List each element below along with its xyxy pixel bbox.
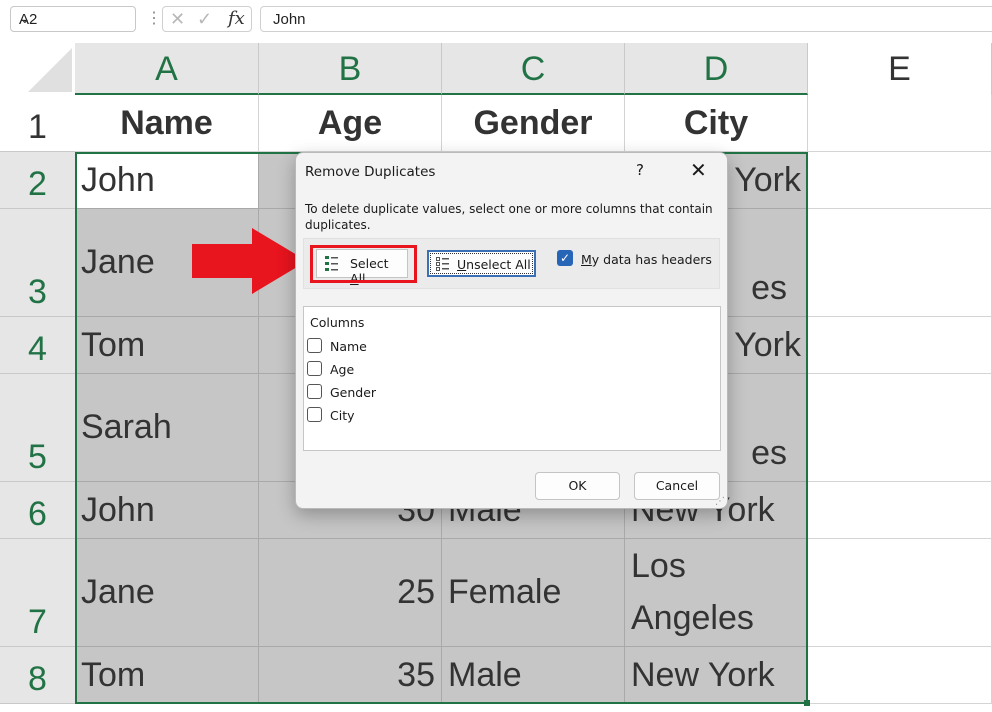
ok-button[interactable]: OK <box>535 472 620 500</box>
formula-bar: A2 ⌄ ⋮ ✕ ✓ fx John <box>0 0 992 40</box>
remove-duplicates-dialog: Remove Duplicates ? ✕ To delete duplicat… <box>295 152 728 509</box>
dialog-description: To delete duplicate values, select one o… <box>305 202 713 232</box>
row-header-3[interactable]: 3 <box>0 209 75 317</box>
row-header-4[interactable]: 4 <box>0 317 75 374</box>
checkbox[interactable] <box>307 384 322 399</box>
checkbox[interactable] <box>307 361 322 376</box>
chevron-down-icon[interactable]: ⌄ <box>19 10 129 27</box>
check-icon[interactable]: ✓ <box>197 9 212 30</box>
row-header-2[interactable]: 2 <box>0 152 75 209</box>
cell-e8[interactable] <box>808 647 992 704</box>
cell-c8[interactable]: Male <box>442 647 625 704</box>
cell-e1[interactable] <box>808 95 992 152</box>
row-header-6[interactable]: 6 <box>0 482 75 539</box>
checkbox[interactable] <box>307 338 322 353</box>
fill-handle[interactable] <box>804 700 810 706</box>
data-has-headers-checkbox[interactable]: ✓ <box>557 250 573 266</box>
cell-e2[interactable] <box>808 152 992 209</box>
cell-c1[interactable]: Gender <box>442 95 625 152</box>
cancel-button[interactable]: Cancel <box>634 472 720 500</box>
cell-b1[interactable]: Age <box>259 95 442 152</box>
row-header-7[interactable]: 7 <box>0 539 75 647</box>
dialog-title: Remove Duplicates <box>305 164 436 180</box>
cell-a4[interactable]: Tom <box>75 317 259 374</box>
column-header-a[interactable]: A <box>75 43 259 95</box>
cell-a1[interactable]: Name <box>75 95 259 152</box>
cell-e4[interactable] <box>808 317 992 374</box>
name-box[interactable]: A2 ⌄ <box>10 6 136 32</box>
cell-e3[interactable] <box>808 209 992 317</box>
column-header-c[interactable]: C <box>442 43 625 95</box>
cell-a6[interactable]: John <box>75 482 259 539</box>
cell-c7[interactable]: Female <box>442 539 625 647</box>
columns-caption: Columns <box>310 315 365 330</box>
cell-e7[interactable] <box>808 539 992 647</box>
red-arrow-annotation <box>192 228 307 294</box>
insert-function-icon[interactable]: fx <box>228 8 245 29</box>
corner-triangle <box>28 48 72 92</box>
column-header-e[interactable]: E <box>808 43 992 95</box>
column-header-d[interactable]: D <box>625 43 808 95</box>
formula-content: John <box>273 11 306 28</box>
cell-a8[interactable]: Tom <box>75 647 259 704</box>
close-button[interactable]: ✕ <box>690 158 707 182</box>
cell-e5[interactable] <box>808 374 992 482</box>
red-highlight-box <box>310 245 417 283</box>
row-header-8[interactable]: 8 <box>0 647 75 704</box>
row-header-5[interactable]: 5 <box>0 374 75 482</box>
cell-b7[interactable]: 25 <box>259 539 442 647</box>
cell-d7[interactable]: Los Angeles <box>625 539 808 647</box>
unselect-all-label: Unselect All <box>457 257 531 272</box>
row-header-1[interactable]: 1 <box>0 95 75 152</box>
cell-b8[interactable]: 35 <box>259 647 442 704</box>
column-header-b[interactable]: B <box>259 43 442 95</box>
columns-list: Columns Name Age Gender City <box>303 306 721 451</box>
help-button[interactable]: ? <box>636 161 644 179</box>
unselect-all-icon <box>436 257 449 271</box>
checkbox[interactable] <box>307 407 322 422</box>
formula-input[interactable]: John <box>260 6 992 32</box>
cell-a2[interactable]: John <box>75 152 259 209</box>
select-all-corner[interactable] <box>0 43 75 95</box>
cell-a7[interactable]: Jane <box>75 539 259 647</box>
formula-actions: ✕ ✓ fx <box>162 6 252 32</box>
cell-d8[interactable]: New York <box>625 647 808 704</box>
cancel-icon[interactable]: ✕ <box>170 9 185 30</box>
data-has-headers-label[interactable]: My data has headers <box>581 252 712 267</box>
resize-grip-icon[interactable]: ⋰ <box>715 496 725 507</box>
unselect-all-button[interactable]: Unselect All <box>427 250 536 277</box>
cell-d1[interactable]: City <box>625 95 808 152</box>
cell-a5[interactable]: Sarah <box>75 374 259 482</box>
cell-e6[interactable] <box>808 482 992 539</box>
more-options-icon[interactable]: ⋮ <box>146 8 162 28</box>
